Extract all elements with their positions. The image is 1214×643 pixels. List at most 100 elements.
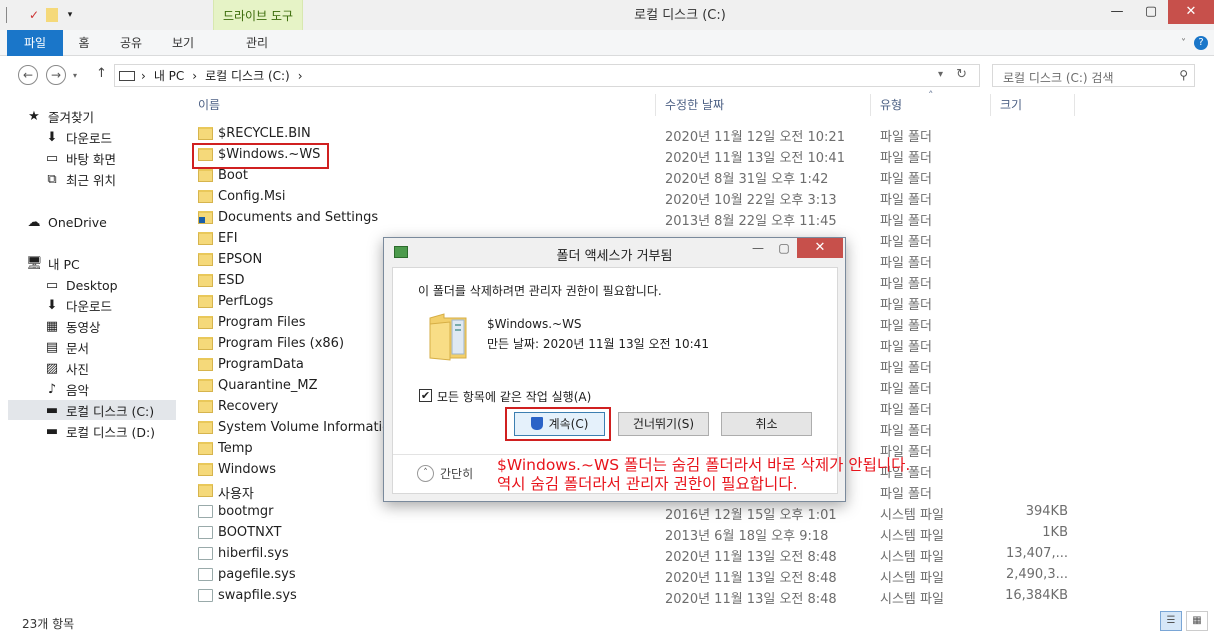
address-field[interactable]: › 내 PC › 로컬 디스크 (C:) › ▾ ↻ xyxy=(114,64,980,87)
file-row[interactable]: Config.Msi 2020년 10월 22일 오후 3:13 파일 폴더 xyxy=(190,187,1214,208)
folder-icon xyxy=(198,295,213,308)
apply-to-all-checkbox[interactable]: ✔ xyxy=(419,389,432,402)
search-input[interactable]: 로컬 디스크 (C:) 검색 ⚲ xyxy=(992,64,1195,87)
file-date: 2020년 11월 13일 오전 8:48 xyxy=(665,571,837,586)
file-row[interactable]: Documents and Settings 2013년 8월 22일 오후 11… xyxy=(190,208,1214,229)
window-title: 로컬 디스크 (C:) xyxy=(634,8,726,23)
dialog-maximize-button[interactable]: ▢ xyxy=(771,238,797,258)
skip-button[interactable]: 건너뛰기(S) xyxy=(618,412,709,436)
file-row[interactable]: $Windows.~WS 2020년 11월 13일 오전 10:41 파일 폴더 xyxy=(190,145,1214,166)
address-dropdown-icon[interactable]: ▾ xyxy=(938,69,943,80)
file-name: BOOTNXT xyxy=(218,525,282,540)
file-row[interactable]: $RECYCLE.BIN 2020년 11월 12일 오전 10:21 파일 폴더 xyxy=(190,124,1214,145)
details-view-icon[interactable]: ☰ xyxy=(1160,611,1182,631)
drive-icon: ▬ xyxy=(45,402,59,418)
highlight-box-folder xyxy=(192,143,329,169)
tab-manage[interactable]: 관리 xyxy=(236,30,278,56)
file-row[interactable]: bootmgr 2016년 12월 15일 오후 1:01 시스템 파일 394KB xyxy=(190,502,1214,523)
close-button[interactable]: ✕ xyxy=(1168,0,1214,24)
file-size: 394KB xyxy=(1025,504,1068,519)
nav-item[interactable]: ▭ Desktop xyxy=(8,275,118,295)
nav-item[interactable]: ★ 즐겨찾기 xyxy=(8,106,94,126)
cancel-button[interactable]: 취소 xyxy=(721,412,812,436)
navigation-pane: ★ 즐겨찾기 ⬇ 다운로드 ▭ 바탕 화면 ⧉ 최근 위치 ☁ OneDrive 🖥 내 PC ▭ Des… xyxy=(0,94,190,609)
tab-share[interactable]: 공유 xyxy=(114,30,148,56)
fewer-details-toggle[interactable]: ˄ 간단히 xyxy=(417,465,473,482)
forward-button[interactable]: → xyxy=(46,65,66,85)
properties-icon[interactable]: ✓ xyxy=(26,7,42,23)
nav-item-label: 다운로드 xyxy=(66,130,113,146)
search-icon[interactable]: ⚲ xyxy=(1179,68,1188,82)
customize-qat-icon[interactable]: ▾ xyxy=(62,7,78,23)
maximize-button[interactable]: ▢ xyxy=(1134,0,1168,24)
tab-file[interactable]: 파일 xyxy=(7,30,63,56)
column-header-date[interactable]: 수정한 날짜 xyxy=(665,96,724,113)
address-bar-area: ← → ▾ ↑ › 내 PC › 로컬 디스크 (C:) › ▾ ↻ 로컬 디스… xyxy=(0,56,1214,94)
file-name: ProgramData xyxy=(218,357,304,372)
file-type: 파일 폴더 xyxy=(880,277,932,292)
file-row[interactable]: hiberfil.sys 2020년 11월 13일 오전 8:48 시스템 파일 1… xyxy=(190,544,1214,565)
column-divider[interactable] xyxy=(1074,94,1075,116)
title-bar: ✓ ▾ 드라이브 도구 로컬 디스크 (C:) — ▢ ✕ xyxy=(0,0,1214,30)
view-buttons: ☰ ▦ xyxy=(1160,611,1208,631)
breadcrumb-this-pc[interactable]: 내 PC xyxy=(154,67,184,84)
back-button[interactable]: ← xyxy=(18,65,38,85)
tab-home[interactable]: 홈 xyxy=(70,30,98,56)
nav-item[interactable]: ⧉ 최근 위치 xyxy=(8,169,116,189)
dialog-minimize-button[interactable]: — xyxy=(745,238,771,258)
column-header-size[interactable]: 크기 xyxy=(1000,96,1022,113)
file-date: 2013년 8월 22일 오후 11:45 xyxy=(665,214,837,229)
nav-item[interactable]: ▭ 바탕 화면 xyxy=(8,148,116,168)
refresh-icon[interactable]: ↻ xyxy=(956,67,967,82)
breadcrumb-separator[interactable]: › xyxy=(298,69,303,83)
column-divider[interactable] xyxy=(870,94,871,116)
file-row[interactable]: BOOTNXT 2013년 6월 18일 오후 9:18 시스템 파일 1KB xyxy=(190,523,1214,544)
file-name: PerfLogs xyxy=(218,294,274,309)
apply-to-all-label[interactable]: 모든 항목에 같은 작업 실행(A) xyxy=(437,388,591,405)
nav-item[interactable]: ⬇ 다운로드 xyxy=(8,127,112,147)
column-header-name[interactable]: 이름 xyxy=(198,96,220,113)
window-controls: — ▢ ✕ xyxy=(1100,0,1214,24)
file-name: swapfile.sys xyxy=(218,588,297,603)
file-name: Recovery xyxy=(218,399,279,414)
expand-ribbon-icon[interactable]: ˅ xyxy=(1181,38,1186,49)
nav-item[interactable]: ▬ 로컬 디스크 (C:) xyxy=(8,400,176,420)
tab-view[interactable]: 보기 xyxy=(166,30,200,56)
breadcrumb-local-disk[interactable]: 로컬 디스크 (C:) xyxy=(205,67,290,84)
nav-item[interactable]: ▦ 동영상 xyxy=(8,316,101,336)
column-divider[interactable] xyxy=(655,94,656,116)
nav-item[interactable]: 🖥 내 PC xyxy=(8,253,80,273)
breadcrumb-separator[interactable]: › xyxy=(192,69,197,83)
nav-item[interactable]: ☁ OneDrive xyxy=(8,212,107,232)
nav-item[interactable]: ♪ 음악 xyxy=(8,379,89,399)
file-row[interactable]: pagefile.sys 2020년 11월 13일 오전 8:48 시스템 파일 2… xyxy=(190,565,1214,586)
large-icons-view-icon[interactable]: ▦ xyxy=(1186,611,1208,631)
quick-access-toolbar: ✓ ▾ xyxy=(6,7,78,23)
file-row[interactable]: Boot 2020년 8월 31일 오후 1:42 파일 폴더 xyxy=(190,166,1214,187)
nav-item[interactable]: ⬇ 다운로드 xyxy=(8,295,112,315)
music-icon: ♪ xyxy=(47,381,57,397)
folder-icon xyxy=(429,313,467,361)
help-icon[interactable]: ? xyxy=(1194,36,1208,50)
file-date: 2020년 11월 13일 오전 8:48 xyxy=(665,592,837,607)
nav-item-label: 로컬 디스크 (C:) xyxy=(66,403,155,419)
column-header-type[interactable]: 유형 xyxy=(880,96,902,113)
dialog-close-button[interactable]: ✕ xyxy=(797,238,843,258)
recent-locations-icon[interactable]: ▾ xyxy=(73,71,77,80)
file-name: Program Files xyxy=(218,315,306,330)
file-date: 2020년 11월 13일 오전 8:48 xyxy=(665,550,837,565)
nav-item[interactable]: ▬ 로컬 디스크 (D:) xyxy=(8,421,155,441)
file-icon xyxy=(198,547,213,560)
new-folder-icon[interactable] xyxy=(46,8,58,22)
file-type: 시스템 파일 xyxy=(880,592,944,607)
dialog-folder-name: $Windows.~WS xyxy=(487,317,582,331)
minimize-button[interactable]: — xyxy=(1100,0,1134,24)
file-type: 파일 폴더 xyxy=(880,340,932,355)
nav-item[interactable]: ▤ 문서 xyxy=(8,337,89,357)
nav-item[interactable]: ▨ 사진 xyxy=(8,358,89,378)
file-row[interactable]: swapfile.sys 2020년 11월 13일 오전 8:48 시스템 파일 1… xyxy=(190,586,1214,607)
column-divider[interactable] xyxy=(990,94,991,116)
breadcrumb-separator[interactable]: › xyxy=(141,69,146,83)
nav-item-label: 사진 xyxy=(66,361,90,377)
up-button[interactable]: ↑ xyxy=(96,66,107,81)
